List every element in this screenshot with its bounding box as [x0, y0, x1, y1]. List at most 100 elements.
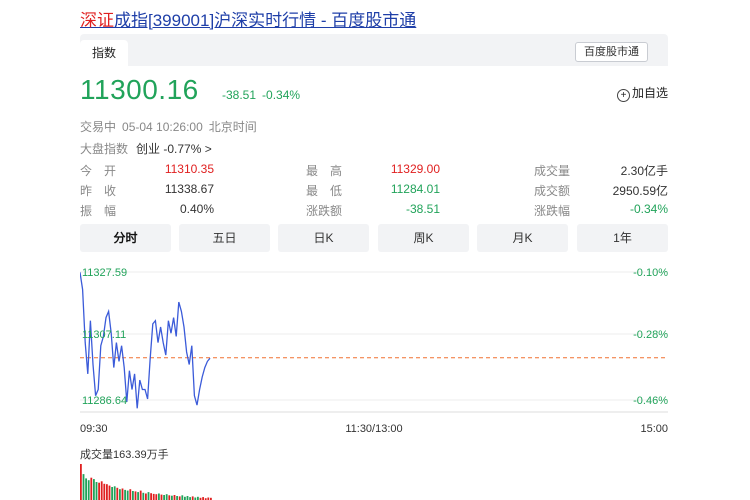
intraday-chart[interactable]: 11327.59 11307.11 11286.64 -0.10% -0.28%… [80, 262, 668, 448]
volume-bar [147, 492, 150, 500]
tab-bar: 指数 百度股市通 [80, 34, 668, 66]
stat-label: 昨 收 [80, 184, 117, 198]
y-tick-right: -0.28% [633, 329, 668, 341]
stat-turnover: 2950.59亿 [612, 184, 668, 198]
trading-state: 交易中 [80, 120, 117, 134]
volume-bar [168, 495, 171, 500]
stat-volume: 2.30亿手 [620, 164, 668, 178]
volume-bar [132, 491, 134, 500]
volume-bar [100, 481, 103, 500]
y-tick-right: -0.10% [633, 267, 668, 279]
y-tick-left: 11307.11 [82, 329, 126, 341]
chart-grid [80, 271, 668, 413]
volume-bar [173, 495, 176, 500]
volume-bar [111, 487, 113, 500]
y-tick-left: 11286.64 [82, 395, 127, 407]
trading-status: 交易中 05-04 10:26:00 北京时间 [80, 118, 263, 135]
x-tick: 11:30/13:00 [345, 423, 402, 435]
volume-bar [139, 490, 142, 500]
stat-open: 11310.35 [164, 162, 214, 176]
period-tabs: 分时 五日 日K 周K 月K 1年 [80, 224, 668, 252]
volume-bar [165, 494, 168, 500]
stats-row: 振 幅 0.40% 涨跌额 -38.51 涨跌幅 -0.34% [80, 202, 668, 222]
x-tick: 15:00 [640, 423, 668, 435]
title-rest[interactable]: 成指[399001]沪深实时行情 - 百度股市通 [114, 11, 416, 30]
volume-bar [103, 483, 106, 500]
market-index: 大盘指数 创业 -0.77% > [80, 140, 212, 157]
stat-label: 最 低 [306, 184, 343, 198]
title-highlight[interactable]: 深证 [80, 11, 114, 30]
volume-bar [150, 493, 152, 500]
add-watchlist-button[interactable]: + 加自选 [616, 84, 668, 102]
stat-label: 最 高 [306, 164, 343, 178]
change-percent: -0.34% [262, 88, 301, 102]
brand-button[interactable]: 百度股市通 [575, 42, 648, 62]
volume-bar [163, 495, 165, 500]
change-amount: -38.51 [222, 88, 257, 102]
stat-label: 成交额 [534, 184, 571, 198]
stat-label: 涨跌幅 [534, 204, 571, 218]
stats-table: 今 开 11310.35 最 高 11329.00 成交量 2.30亿手 昨 收… [80, 162, 668, 222]
tab-weekly-k[interactable]: 周K [378, 224, 469, 252]
stats-row: 今 开 11310.35 最 高 11329.00 成交量 2.30亿手 [80, 162, 668, 182]
volume-bar [106, 484, 108, 500]
volume-bar [178, 496, 181, 500]
volume-bar [85, 478, 87, 500]
stat-change: -38.51 [405, 202, 440, 216]
y-tick-right: -0.46% [633, 395, 668, 407]
add-watch-label: 加自选 [631, 86, 668, 100]
tab-intraday[interactable]: 分时 [80, 224, 171, 252]
market-item[interactable]: 创业 -0.77% > [136, 142, 212, 156]
stat-high: 11329.00 [390, 162, 440, 176]
tab-daily-k[interactable]: 日K [278, 224, 369, 252]
volume-bar [126, 490, 129, 500]
stat-label: 涨跌额 [306, 204, 343, 218]
chevron-right-icon: > [204, 142, 212, 156]
quote-card: 指数 百度股市通 11300.16 -38.51 -0.34% + 加自选 交易中 0… [80, 34, 668, 500]
tab-index[interactable]: 指数 [80, 40, 128, 66]
x-tick: 09:30 [80, 423, 108, 435]
stat-label: 成交量 [534, 164, 571, 178]
volume-bar [98, 482, 100, 500]
volume-bar [158, 493, 160, 500]
stats-row: 昨 收 11338.67 最 低 11284.01 成交额 2950.59亿 [80, 182, 668, 202]
volume-bar [87, 480, 90, 500]
tab-one-year[interactable]: 1年 [577, 224, 668, 252]
page-title[interactable]: 深证成指[399001]沪深实时行情 - 百度股市通 [80, 6, 416, 31]
volume-chart [80, 464, 212, 500]
volume-bar [152, 493, 155, 500]
volume-bar [95, 482, 98, 500]
volume-bar [191, 496, 194, 500]
volume-bar [129, 489, 132, 500]
stat-label: 振 幅 [80, 204, 117, 218]
stat-prev-close: 11338.67 [164, 182, 214, 196]
price-change: -38.51 -0.34% [222, 88, 306, 102]
stat-change-pct: -0.34% [629, 202, 668, 216]
volume-bar [134, 491, 137, 500]
trading-timezone: 北京时间 [208, 120, 257, 134]
stat-amplitude: 0.40% [179, 202, 214, 216]
volume-bar [160, 494, 163, 500]
volume-bar [113, 486, 116, 500]
stat-label: 今 开 [80, 164, 117, 178]
volume-bar [137, 492, 139, 500]
tab-five-day[interactable]: 五日 [179, 224, 270, 252]
volume-bar [116, 487, 119, 500]
volume-bar [186, 496, 189, 500]
volume-bar [181, 495, 184, 500]
volume-bar [90, 477, 93, 500]
volume-bar [82, 474, 85, 500]
volume-bar [145, 493, 147, 500]
volume-bar [119, 489, 121, 500]
y-tick-left: 11327.59 [82, 267, 127, 279]
volume-bar [176, 496, 178, 500]
current-price: 11300.16 [80, 74, 199, 105]
volume-bar [108, 485, 111, 500]
volume-bar [155, 494, 158, 500]
stat-low: 11284.01 [390, 182, 440, 196]
volume-bar [121, 488, 124, 500]
tab-monthly-k[interactable]: 月K [477, 224, 568, 252]
volume-bar [93, 479, 95, 500]
plus-circle-icon: + [616, 89, 630, 102]
trading-datetime: 05-04 10:26:00 [122, 120, 203, 134]
